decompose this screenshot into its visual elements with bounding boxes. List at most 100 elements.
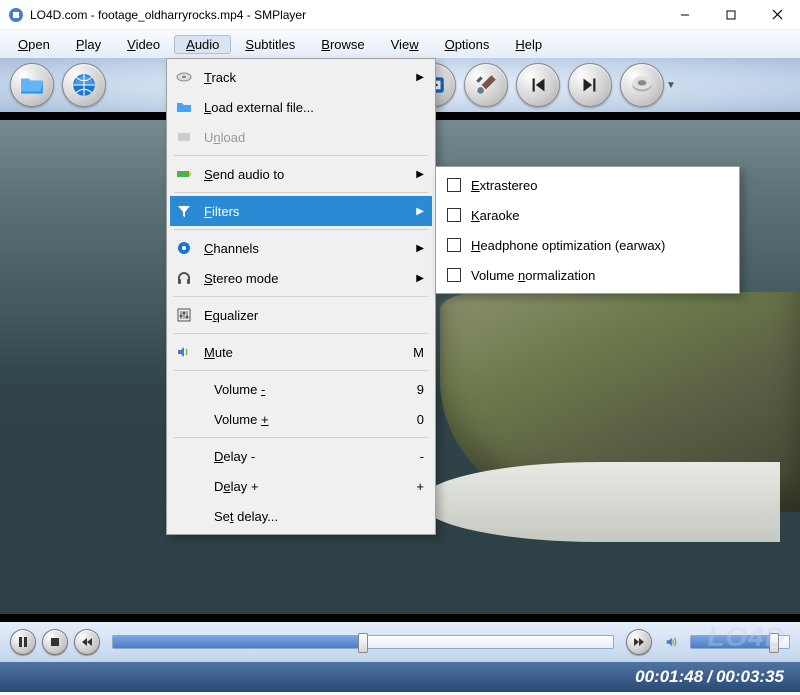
shortcut: - [420, 449, 424, 464]
menu-item-delay[interactable]: Delay -- [170, 441, 432, 471]
menu-item-label: Filters [204, 204, 406, 219]
headphones-icon [174, 268, 194, 288]
titlebar: LO4D.com - footage_oldharryrocks.mp4 - S… [0, 0, 800, 30]
unload-icon [174, 127, 194, 147]
filter-label: Volume normalization [471, 268, 595, 283]
shortcut: + [416, 479, 424, 494]
shortcut: M [413, 345, 424, 360]
volume-icon[interactable] [658, 629, 684, 655]
menu-video[interactable]: Video [115, 35, 172, 54]
filter-icon [174, 201, 194, 221]
menu-item-label: Volume + [204, 412, 407, 427]
menu-item-delay[interactable]: Delay + + [170, 471, 432, 501]
time-current: 00:01:48 [635, 667, 703, 687]
filter-karaoke[interactable]: Karaoke [439, 200, 736, 230]
menu-browse[interactable]: Browse [309, 35, 376, 54]
seek-slider[interactable] [112, 635, 614, 649]
status-bar: 00:01:48 / 00:03:35 [0, 662, 800, 692]
menu-item-equalizer[interactable]: Equalizer [170, 300, 432, 330]
rewind-button[interactable] [74, 629, 100, 655]
checkbox[interactable] [447, 208, 461, 222]
checkbox[interactable] [447, 178, 461, 192]
submenu-arrow-icon: ▶ [416, 243, 424, 254]
menu-play[interactable]: Play [64, 35, 113, 54]
menu-item-label: Unload [204, 130, 424, 145]
menu-item-stereo-mode[interactable]: Stereo mode ▶ [170, 263, 432, 293]
previous-button[interactable] [516, 63, 560, 107]
menu-item-label: Equalizer [204, 308, 424, 323]
folder-icon [174, 97, 194, 117]
minimize-button[interactable] [662, 0, 708, 30]
blank-icon [174, 446, 194, 466]
channels-icon [174, 238, 194, 258]
open-url-button[interactable] [62, 63, 106, 107]
audio-device-button[interactable] [620, 63, 664, 107]
submenu-arrow-icon: ▶ [416, 273, 424, 284]
shortcut: 9 [417, 382, 424, 397]
menu-item-label: Mute [204, 345, 403, 360]
menu-item-label: Send audio to [204, 167, 406, 182]
menu-item-unload: Unload [170, 122, 432, 152]
open-file-button[interactable] [10, 63, 54, 107]
window-title: LO4D.com - footage_oldharryrocks.mp4 - S… [30, 8, 662, 22]
menu-options[interactable]: Options [433, 35, 502, 54]
filter-headphone-optimization-earwax[interactable]: Headphone optimization (earwax) [439, 230, 736, 260]
audio-menu: Track ▶ Load external file... Unload Send au… [166, 58, 436, 535]
disc-icon [174, 67, 194, 87]
menu-item-label: Stereo mode [204, 271, 406, 286]
menu-item-label: Load external file... [204, 100, 424, 115]
shortcut: 0 [417, 412, 424, 427]
playback-controls [0, 622, 800, 662]
menu-item-label: Volume - [204, 382, 407, 397]
menu-help[interactable]: Help [503, 35, 554, 54]
menu-item-volume[interactable]: Volume - 9 [170, 374, 432, 404]
preferences-button[interactable] [464, 63, 508, 107]
menu-item-filters[interactable]: Filters ▶ [170, 196, 432, 226]
chevron-down-icon[interactable]: ▼ [666, 80, 676, 91]
submenu-arrow-icon: ▶ [416, 206, 424, 217]
checkbox[interactable] [447, 238, 461, 252]
blank-icon [174, 506, 194, 526]
close-button[interactable] [754, 0, 800, 30]
submenu-arrow-icon: ▶ [416, 169, 424, 180]
app-icon [8, 7, 24, 23]
menu-item-load-external-file[interactable]: Load external file... [170, 92, 432, 122]
menu-item-label: Set delay... [204, 509, 424, 524]
menu-item-label: Delay + [204, 479, 406, 494]
volume-slider[interactable] [690, 635, 790, 649]
filters-submenu: Extrastereo Karaoke Headphone optimization… [435, 166, 740, 294]
menu-item-send-audio-to[interactable]: Send audio to ▶ [170, 159, 432, 189]
menubar: OpenPlayVideoAudioSubtitlesBrowseViewOpt… [0, 30, 800, 58]
time-total: 00:03:35 [716, 667, 784, 687]
menu-audio[interactable]: Audio [174, 35, 231, 54]
blank-icon [174, 476, 194, 496]
menu-item-label: Channels [204, 241, 406, 256]
menu-open[interactable]: Open [6, 35, 62, 54]
menu-item-track[interactable]: Track ▶ [170, 62, 432, 92]
menu-item-set-delay[interactable]: Set delay... [170, 501, 432, 531]
menu-view[interactable]: View [379, 35, 431, 54]
checkbox[interactable] [447, 268, 461, 282]
menu-item-volume[interactable]: Volume + 0 [170, 404, 432, 434]
menu-item-mute[interactable]: Mute M [170, 337, 432, 367]
pause-button[interactable] [10, 629, 36, 655]
filter-label: Karaoke [471, 208, 519, 223]
filter-label: Extrastereo [471, 178, 537, 193]
filter-label: Headphone optimization (earwax) [471, 238, 665, 253]
eq-icon [174, 305, 194, 325]
forward-button[interactable] [626, 629, 652, 655]
filter-extrastereo[interactable]: Extrastereo [439, 170, 736, 200]
soundcard-icon [174, 164, 194, 184]
stop-button[interactable] [42, 629, 68, 655]
mute-icon [174, 342, 194, 362]
blank-icon [174, 379, 194, 399]
menu-subtitles[interactable]: Subtitles [233, 35, 307, 54]
blank-icon [174, 409, 194, 429]
filter-volume-normalization[interactable]: Volume normalization [439, 260, 736, 290]
next-button[interactable] [568, 63, 612, 107]
menu-item-channels[interactable]: Channels ▶ [170, 233, 432, 263]
menu-item-label: Delay - [204, 449, 410, 464]
menu-item-label: Track [204, 70, 406, 85]
maximize-button[interactable] [708, 0, 754, 30]
submenu-arrow-icon: ▶ [416, 72, 424, 83]
